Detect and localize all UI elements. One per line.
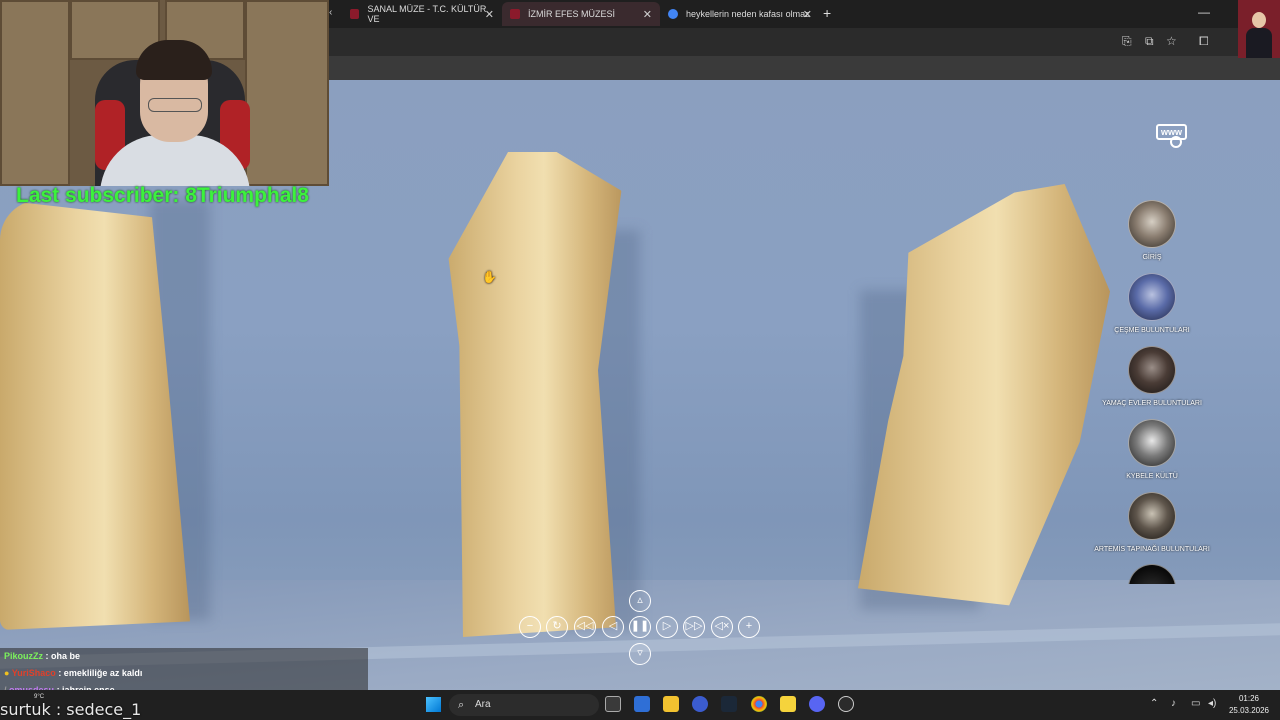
close-tab-icon[interactable]: ✕ xyxy=(643,8,652,21)
chat-message: PikouzZz : oha be xyxy=(0,648,368,665)
fast-forward-button[interactable]: ▷▷ xyxy=(683,616,705,638)
pip-video-thumbnail xyxy=(1238,0,1280,58)
location-label: ARTEMİS TAPINAĞI BULUNTULARI xyxy=(1094,546,1210,553)
location-next-partial[interactable] xyxy=(1092,564,1212,584)
location-thumbnail xyxy=(1128,346,1176,394)
volume-icon[interactable]: ◂) xyxy=(1208,698,1216,709)
steam-icon[interactable] xyxy=(721,696,737,712)
close-tab-icon[interactable]: ✕ xyxy=(803,8,812,21)
clock-time: 01:26 xyxy=(1238,694,1260,703)
sticky-notes-icon[interactable] xyxy=(780,696,796,712)
chat-message: ● YuriShaco : emekliliğe az kaldı xyxy=(0,665,368,682)
calculator-icon[interactable] xyxy=(634,696,650,712)
windows-start-icon[interactable] xyxy=(426,697,441,712)
extensions-icon[interactable]: ⧠ xyxy=(1199,34,1209,49)
location-kybele[interactable]: KYBELE KÜLTÜ xyxy=(1092,419,1212,480)
location-thumbnail xyxy=(1128,200,1176,248)
badge-icon: ● xyxy=(4,668,10,678)
zoom-out-button[interactable]: − xyxy=(519,616,541,638)
location-yamac-evler[interactable]: YAMAÇ EVLER BULUNTULARI xyxy=(1092,346,1212,407)
install-app-icon[interactable]: ⧉ xyxy=(1145,34,1154,49)
mute-button[interactable]: ◁× xyxy=(711,616,733,638)
magnifier-icon xyxy=(1170,136,1182,148)
rewind-button[interactable]: ◁◁ xyxy=(574,616,596,638)
location-thumbnail xyxy=(1128,273,1176,321)
zoom-in-button[interactable]: + xyxy=(738,616,760,638)
taskbar-clock[interactable]: 01:26 25.03.2026 xyxy=(1226,693,1272,717)
translate-icon[interactable]: ⎘ xyxy=(1122,34,1132,49)
move-up-button[interactable]: ▵ xyxy=(629,590,651,612)
play-button[interactable]: ▷ xyxy=(656,616,678,638)
taskbar-search-box[interactable]: ⌕ Ara xyxy=(449,694,599,716)
location-cesme[interactable]: ÇEŞME BULUNTULARI xyxy=(1092,273,1212,334)
cabinet xyxy=(245,0,329,186)
chat-text: : oha be xyxy=(45,651,81,661)
move-down-button[interactable]: ▿ xyxy=(629,643,651,665)
tab-sanal-muze[interactable]: SANAL MÜZE - T.C. KÜLTÜR VE ✕ xyxy=(342,2,502,26)
location-label: ÇEŞME BULUNTULARI xyxy=(1114,327,1190,334)
tab-izmir-efes[interactable]: İZMİR EFES MÜZESİ ✕ xyxy=(502,2,660,26)
location-label: GİRİŞ xyxy=(1142,254,1162,261)
chat-text: : emekliliğe az kaldı xyxy=(58,668,143,678)
tab-scroll-left-button[interactable]: ‹ xyxy=(329,7,332,18)
pip-person-head xyxy=(1252,12,1266,28)
new-tab-button[interactable]: + xyxy=(823,5,831,21)
streamer-webcam xyxy=(0,0,329,186)
chrome-icon[interactable] xyxy=(751,696,767,712)
glasses xyxy=(148,98,202,112)
clock-date: 25.03.2026 xyxy=(1228,706,1270,715)
chat-username: PikouzZz xyxy=(4,651,44,661)
task-view-icon[interactable] xyxy=(605,696,621,712)
windows-taskbar: ⌕ Ara ⌃ ♪ ▭ ◂) 01:26 25.03.2026 xyxy=(0,690,1280,720)
google-favicon-icon xyxy=(668,9,678,19)
museum-favicon-icon xyxy=(510,9,520,19)
location-label: KYBELE KÜLTÜ xyxy=(1126,473,1178,480)
file-explorer-icon[interactable] xyxy=(663,696,679,712)
pip-person-body xyxy=(1246,28,1272,58)
location-giris[interactable]: GİRİŞ xyxy=(1092,200,1212,261)
app-icon[interactable] xyxy=(692,696,708,712)
chat-username: YuriShaco xyxy=(11,668,56,678)
bookmark-star-icon[interactable]: ☆ xyxy=(1166,34,1177,48)
app-icon[interactable] xyxy=(838,696,854,712)
bottom-chat-overlay: surtuk : sedece_1 xyxy=(0,700,142,719)
tab-title: SANAL MÜZE - T.C. KÜLTÜR VE xyxy=(367,4,487,24)
museum-favicon-icon xyxy=(350,9,360,19)
pause-button[interactable]: ❚❚ xyxy=(629,616,651,638)
location-thumbnail xyxy=(1128,419,1176,467)
search-icon: ⌕ xyxy=(458,699,465,711)
location-artemis[interactable]: ARTEMİS TAPINAĞI BULUNTULARI xyxy=(1092,492,1212,553)
minimize-icon[interactable]: — xyxy=(1198,5,1210,19)
step-back-button[interactable]: ◁ xyxy=(602,616,624,638)
network-icon[interactable]: ▭ xyxy=(1191,698,1200,709)
tab-title: İZMİR EFES MÜZESİ xyxy=(528,9,616,19)
statue-center xyxy=(448,152,622,637)
tab-title: heykellerin neden kafası olmaz xyxy=(686,9,810,19)
close-tab-icon[interactable]: ✕ xyxy=(485,8,494,21)
www-search-icon[interactable]: www xyxy=(1156,124,1190,154)
location-thumbnail xyxy=(1128,492,1176,540)
location-thumbnail xyxy=(1128,564,1176,584)
location-label: YAMAÇ EVLER BULUNTULARI xyxy=(1102,400,1202,407)
search-placeholder: Ara xyxy=(475,699,491,710)
discord-icon[interactable] xyxy=(809,696,825,712)
screen: www GİRİŞ ÇEŞME BULUNTULARI YAMAÇ EVLER … xyxy=(0,0,1280,720)
statue-right xyxy=(858,184,1110,606)
rotate-button[interactable]: ↻ xyxy=(546,616,568,638)
last-subscriber-overlay: Last subscriber: 8Triumphal8 xyxy=(16,184,309,207)
microphone-icon[interactable]: ♪ xyxy=(1171,698,1176,709)
cabinet xyxy=(0,0,70,186)
hand-cursor-icon: ✋ xyxy=(482,270,497,284)
tray-chevron-icon[interactable]: ⌃ xyxy=(1150,698,1158,709)
tab-google-search[interactable]: heykellerin neden kafası olmaz ✕ xyxy=(660,2,820,26)
